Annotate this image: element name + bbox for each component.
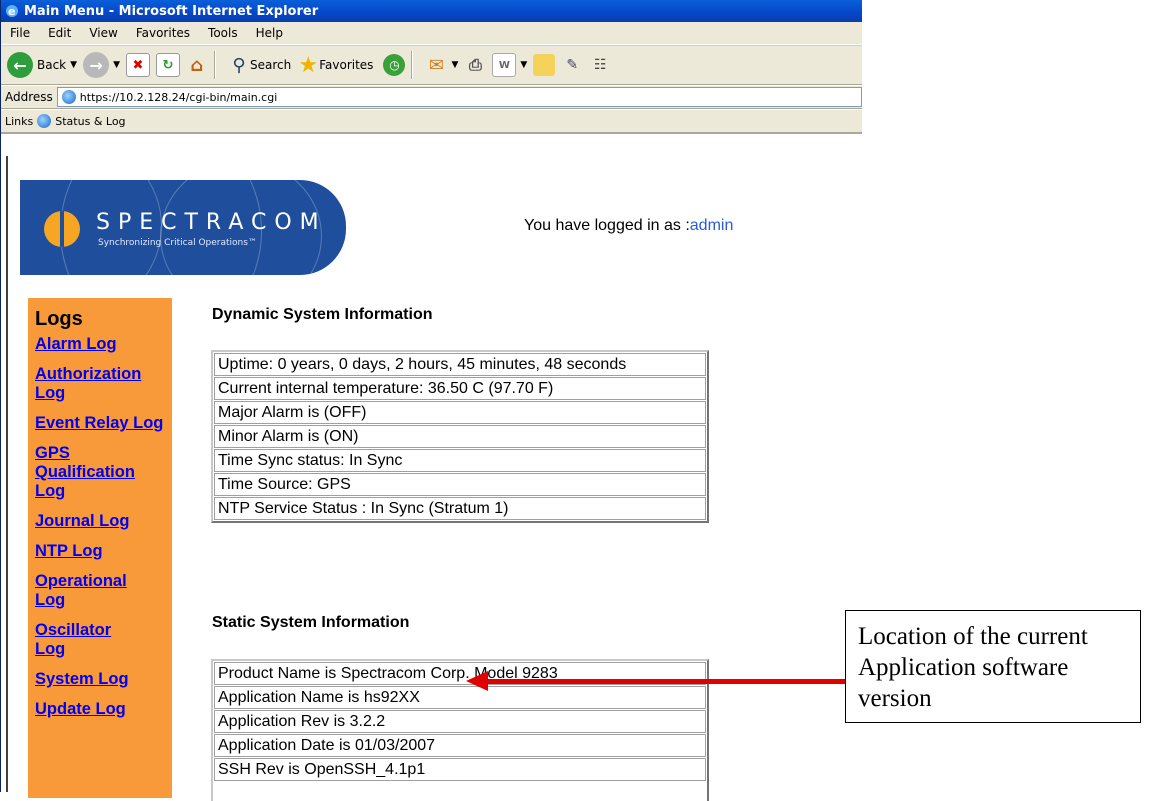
links-bar: Links Status & Log bbox=[1, 109, 862, 134]
print-icon[interactable]: ⎙ bbox=[464, 54, 486, 76]
table-row: Application Rev is 3.2.2 bbox=[214, 710, 706, 733]
dynamic-heading: Dynamic System Information bbox=[212, 306, 433, 323]
forward-dropdown-icon[interactable]: ▼ bbox=[113, 60, 120, 70]
menu-bar: File Edit View Favorites Tools Help bbox=[1, 22, 862, 45]
back-button[interactable]: ← Back ▼ bbox=[7, 52, 77, 78]
page-icon bbox=[61, 90, 76, 104]
logs-sidebar: Logs Alarm Log Authorization Log Event R… bbox=[28, 298, 172, 798]
title-bar: e Main Menu - Microsoft Internet Explore… bbox=[1, 0, 862, 22]
menu-view[interactable]: View bbox=[80, 26, 126, 40]
static-heading: Static System Information bbox=[212, 614, 410, 631]
menu-tools[interactable]: Tools bbox=[199, 26, 247, 40]
table-row: Minor Alarm is (ON) bbox=[214, 425, 706, 448]
back-arrow-icon: ← bbox=[7, 52, 33, 78]
table-row: SSH Rev is OpenSSH_4.1p1 bbox=[214, 758, 706, 781]
menu-edit[interactable]: Edit bbox=[39, 26, 80, 40]
sidebar-item-system-log[interactable]: System Log bbox=[35, 670, 167, 689]
table-row: Application Name is hs92XX bbox=[214, 686, 706, 709]
address-label: Address bbox=[5, 90, 53, 104]
page-viewport: SPECTRACOM Synchronizing Critical Operat… bbox=[6, 156, 858, 801]
table-row: Application Date is 01/03/2007 bbox=[214, 734, 706, 757]
table-row: Time Source: GPS bbox=[214, 473, 706, 496]
sidebar-item-alarm-log[interactable]: Alarm Log bbox=[35, 335, 167, 354]
login-user: admin bbox=[689, 217, 734, 234]
sidebar-item-oscillator-log[interactable]: Oscillator Log bbox=[35, 621, 125, 659]
login-status: You have logged in as :admin bbox=[524, 217, 733, 235]
sidebar-item-operational-log[interactable]: Operational Log bbox=[35, 572, 145, 610]
window-title: Main Menu - Microsoft Internet Explorer bbox=[24, 3, 319, 19]
edit-dropdown-icon[interactable]: ▼ bbox=[520, 60, 527, 70]
link-status-log[interactable]: Status & Log bbox=[55, 115, 125, 128]
favorites-star-icon: ★ bbox=[298, 52, 319, 78]
address-url[interactable]: https://10.2.128.24/cgi-bin/main.cgi bbox=[80, 91, 277, 104]
sidebar-item-gps-qualification-log[interactable]: GPS Qualification Log bbox=[35, 444, 153, 501]
menu-favorites[interactable]: Favorites bbox=[127, 26, 199, 40]
search-icon: ⚲ bbox=[232, 54, 246, 76]
sidebar-item-update-log[interactable]: Update Log bbox=[35, 700, 167, 719]
spectracom-logo: SPECTRACOM Synchronizing Critical Operat… bbox=[20, 180, 346, 275]
ie-logo-icon: e bbox=[4, 3, 20, 19]
logo-emblem-icon bbox=[44, 211, 80, 247]
toolbar-separator bbox=[213, 51, 216, 79]
favorites-label: Favorites bbox=[319, 58, 374, 72]
mail-dropdown-icon[interactable]: ▼ bbox=[451, 60, 458, 70]
annotation-callout: Location of the current Application soft… bbox=[845, 610, 1141, 723]
svg-text:e: e bbox=[8, 5, 15, 18]
stop-icon[interactable]: ✖ bbox=[125, 53, 150, 77]
back-label: Back bbox=[37, 58, 67, 72]
table-row: Current internal temperature: 36.50 C (9… bbox=[214, 377, 706, 400]
address-bar: Address https://10.2.128.24/cgi-bin/main… bbox=[1, 85, 862, 109]
sidebar-item-journal-log[interactable]: Journal Log bbox=[35, 512, 167, 531]
forward-arrow-icon: → bbox=[83, 52, 110, 78]
history-icon[interactable]: ◷ bbox=[383, 54, 406, 76]
table-row: Time Sync status: In Sync bbox=[214, 449, 706, 472]
folder-icon[interactable] bbox=[533, 54, 556, 76]
back-dropdown-icon[interactable]: ▼ bbox=[70, 60, 77, 70]
research-icon[interactable]: ☷ bbox=[589, 54, 611, 76]
annotation-arrow bbox=[485, 679, 845, 684]
search-button[interactable]: ⚲ Search bbox=[228, 54, 291, 76]
home-icon[interactable]: ⌂ bbox=[186, 54, 208, 76]
standard-toolbar: ← Back ▼ → ▼ ✖ ↻ ⌂ ⚲ Search ★ Favorites … bbox=[1, 45, 862, 85]
table-row: Major Alarm is (OFF) bbox=[214, 401, 706, 424]
sidebar-item-authorization-log[interactable]: Authorization Log bbox=[35, 365, 167, 403]
logo-tagline: Synchronizing Critical Operations™ bbox=[98, 238, 257, 248]
menu-help[interactable]: Help bbox=[247, 26, 292, 40]
favorites-button[interactable]: ★ Favorites bbox=[297, 52, 374, 78]
logo-brand: SPECTRACOM bbox=[96, 210, 327, 235]
menu-file[interactable]: File bbox=[1, 26, 39, 40]
sidebar-item-ntp-log[interactable]: NTP Log bbox=[35, 542, 167, 561]
messenger-icon[interactable]: ✎ bbox=[561, 54, 583, 76]
edit-icon[interactable]: W bbox=[492, 53, 517, 77]
sidebar-item-event-relay-log[interactable]: Event Relay Log bbox=[35, 414, 167, 433]
table-row: NTP Service Status : In Sync (Stratum 1) bbox=[214, 497, 706, 520]
sidebar-title: Logs bbox=[35, 308, 83, 330]
forward-button[interactable]: → ▼ bbox=[83, 52, 120, 78]
address-field[interactable]: https://10.2.128.24/cgi-bin/main.cgi bbox=[56, 87, 862, 107]
dynamic-info-table: Uptime: 0 years, 0 days, 2 hours, 45 min… bbox=[211, 350, 709, 523]
refresh-icon[interactable]: ↻ bbox=[155, 53, 180, 77]
search-label: Search bbox=[249, 58, 292, 72]
toolbar-separator bbox=[411, 51, 414, 79]
page-icon bbox=[37, 114, 52, 128]
mail-icon[interactable]: ✉ bbox=[425, 54, 447, 76]
login-prefix: You have logged in as : bbox=[524, 217, 690, 234]
annotation-arrowhead bbox=[466, 671, 488, 691]
table-row: Uptime: 0 years, 0 days, 2 hours, 45 min… bbox=[214, 353, 706, 376]
links-label: Links bbox=[5, 114, 34, 128]
